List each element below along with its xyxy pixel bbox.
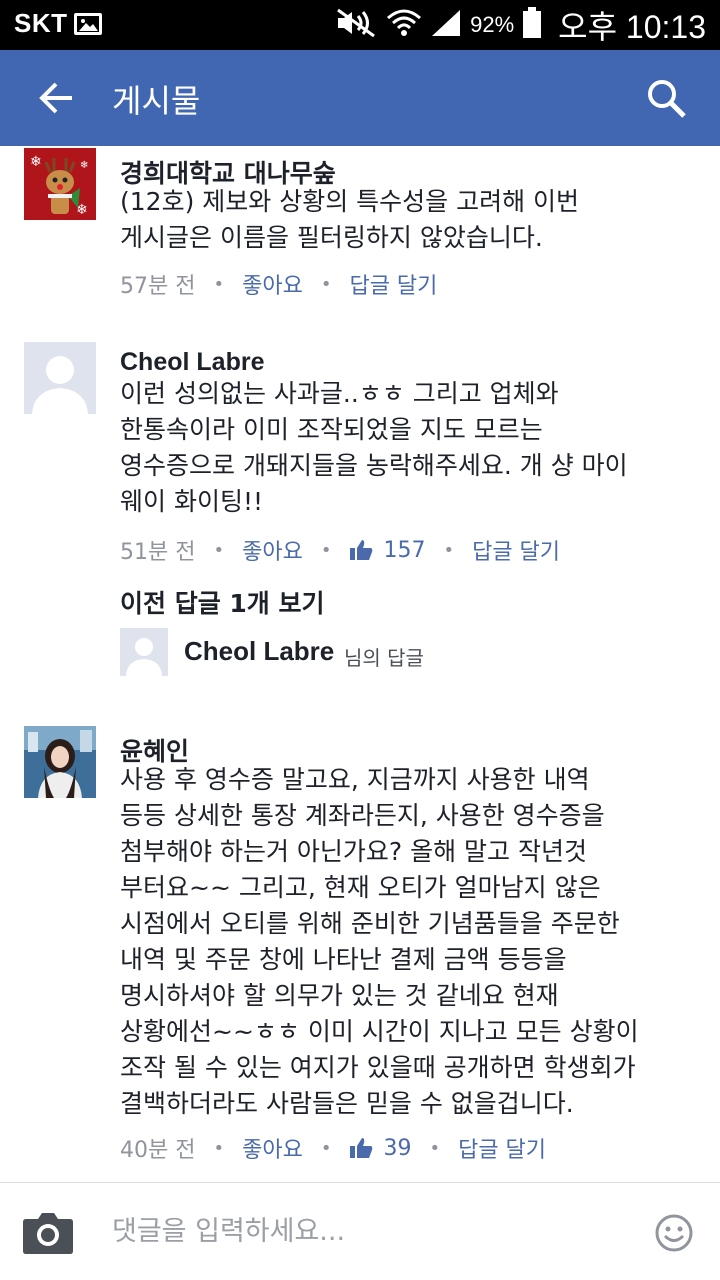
like-count[interactable]: 157 [349, 538, 425, 563]
signal-icon [430, 8, 462, 42]
reply-button[interactable]: 답글 달기 [458, 1132, 546, 1164]
thumbs-up-icon [350, 1138, 373, 1158]
thumbs-up-icon [350, 540, 373, 560]
comment-line: 웨이 화이팅!! [120, 487, 263, 516]
comment-line: 사용 후 영수증 말고요, 지금까지 사용한 내역 [120, 765, 590, 794]
mute-icon [334, 8, 378, 42]
reply-avatar [120, 628, 168, 676]
comment-list: ❄ ❄ ❄ 경희대학교 대나무숲 (12호) 제보와 상황의 특수성을 고려해 … [0, 146, 720, 1182]
arrow-left-icon [39, 82, 72, 114]
page-title: 게시물 [112, 82, 201, 120]
reply-button[interactable]: 답글 달기 [472, 534, 560, 566]
comment-text: 사용 후 영수증 말고요, 지금까지 사용한 내역 등등 상세한 통장 계좌라든… [120, 762, 700, 1122]
back-button[interactable] [34, 76, 78, 120]
comment-line: 부터요~~ 그리고, 현재 오티가 얼마남지 않은 [120, 873, 601, 902]
svg-text:❄: ❄ [30, 154, 42, 170]
comment-line: 명시하셔야 할 의무가 있는 것 같네요 현재 [120, 981, 559, 1010]
comment-line: 결백하더라도 사람들은 믿을 수 없을겁니다. [120, 1089, 574, 1118]
comment-line: 이런 성의없는 사과글..ㅎㅎ 그리고 업체와 [120, 379, 559, 408]
separator-dot: • [429, 1137, 441, 1159]
comment-line: 첨부해야 하는거 아닌가요? 올해 말고 작년것 [120, 837, 588, 866]
camera-button[interactable] [22, 1209, 74, 1255]
comment-time: 57분 전 [120, 274, 196, 299]
like-button[interactable]: 좋아요 [242, 1132, 303, 1164]
reply-button[interactable]: 답글 달기 [349, 268, 437, 300]
svg-text:❄: ❄ [80, 160, 88, 171]
camera-icon [23, 1213, 73, 1254]
comment-line: 시점에서 오티를 위해 준비한 기념품들을 주문한 [120, 909, 620, 938]
comment-line: 한통속이라 이미 조작되었을 지도 모르는 [120, 415, 543, 444]
comment-time: 51분 전 [120, 540, 196, 565]
app-bar: 게시물 [0, 50, 720, 146]
user-photo-avatar[interactable] [24, 726, 96, 798]
reply-author: Cheol Labre [184, 636, 335, 666]
comment-composer [0, 1182, 720, 1280]
wifi-icon [386, 8, 422, 42]
comment-input[interactable] [112, 1211, 632, 1251]
like-count-value: 157 [383, 537, 426, 563]
separator-dot: • [213, 1137, 225, 1159]
view-previous-replies-link[interactable]: 이전 답글 1개 보기 [120, 584, 325, 620]
separator-dot: • [213, 273, 225, 295]
status-bar: SKT 92% 오후 10:13 [0, 0, 720, 50]
search-button[interactable] [644, 76, 688, 120]
like-button[interactable]: 좋아요 [242, 534, 303, 566]
image-notification-icon [74, 13, 102, 35]
smiley-icon [655, 1214, 693, 1252]
comment-line: 내역 및 주문 창에 나타난 결제 금액 등등을 [120, 945, 567, 974]
comment-line: (12호) 제보와 상황의 특수성을 고려해 이번 [120, 187, 580, 216]
separator-dot: • [213, 539, 225, 561]
battery-percent: 92% [470, 12, 515, 37]
comment-meta: 40분 전 • 좋아요 • 39 • 답글 달기 [120, 1130, 546, 1166]
separator-dot: • [320, 539, 332, 561]
reindeer-avatar[interactable]: ❄ ❄ ❄ [24, 148, 96, 220]
carrier-label: SKT [14, 8, 68, 38]
comment-line: 등등 상세한 통장 계좌라든지, 사용한 영수증을 [120, 801, 605, 830]
comment-meta: 51분 전 • 좋아요 • 157 • 답글 달기 [120, 532, 560, 568]
comment-line: 영수증으로 개돼지들을 농락해주세요. 개 샹 마이 [120, 451, 628, 480]
comment-text: 이런 성의없는 사과글..ㅎㅎ 그리고 업체와 한통속이라 이미 조작되었을 지… [120, 376, 700, 520]
separator-dot: • [320, 1137, 332, 1159]
search-icon [648, 80, 686, 118]
clock: 오후 10:13 [558, 9, 706, 45]
comment-author[interactable]: Cheol Labre [120, 348, 264, 377]
like-button[interactable]: 좋아요 [242, 268, 303, 300]
separator-dot: • [443, 539, 455, 561]
reply-preview[interactable]: Cheol Labre 님의 답글 [120, 628, 680, 676]
separator-dot: • [320, 273, 332, 295]
comment-meta: 57분 전 • 좋아요 • 답글 달기 [120, 266, 437, 302]
comment-text: (12호) 제보와 상황의 특수성을 고려해 이번 게시글은 이름을 필터링하지… [120, 184, 700, 256]
reply-suffix: 님의 답글 [344, 646, 424, 670]
comment-line: 조작 될 수 있는 여지가 있을때 공개하면 학생회가 [120, 1053, 636, 1082]
default-profile-avatar[interactable] [24, 342, 96, 414]
comment-line: 상황에선~~ㅎㅎ 이미 시간이 지나고 모든 상황이 [120, 1017, 639, 1046]
emoji-button[interactable] [654, 1213, 694, 1253]
like-count-value: 39 [383, 1135, 412, 1161]
battery-icon [522, 7, 542, 43]
like-count[interactable]: 39 [349, 1136, 411, 1161]
comment-time: 40분 전 [120, 1138, 196, 1163]
comment-line: 게시글은 이름을 필터링하지 않았습니다. [120, 223, 543, 252]
